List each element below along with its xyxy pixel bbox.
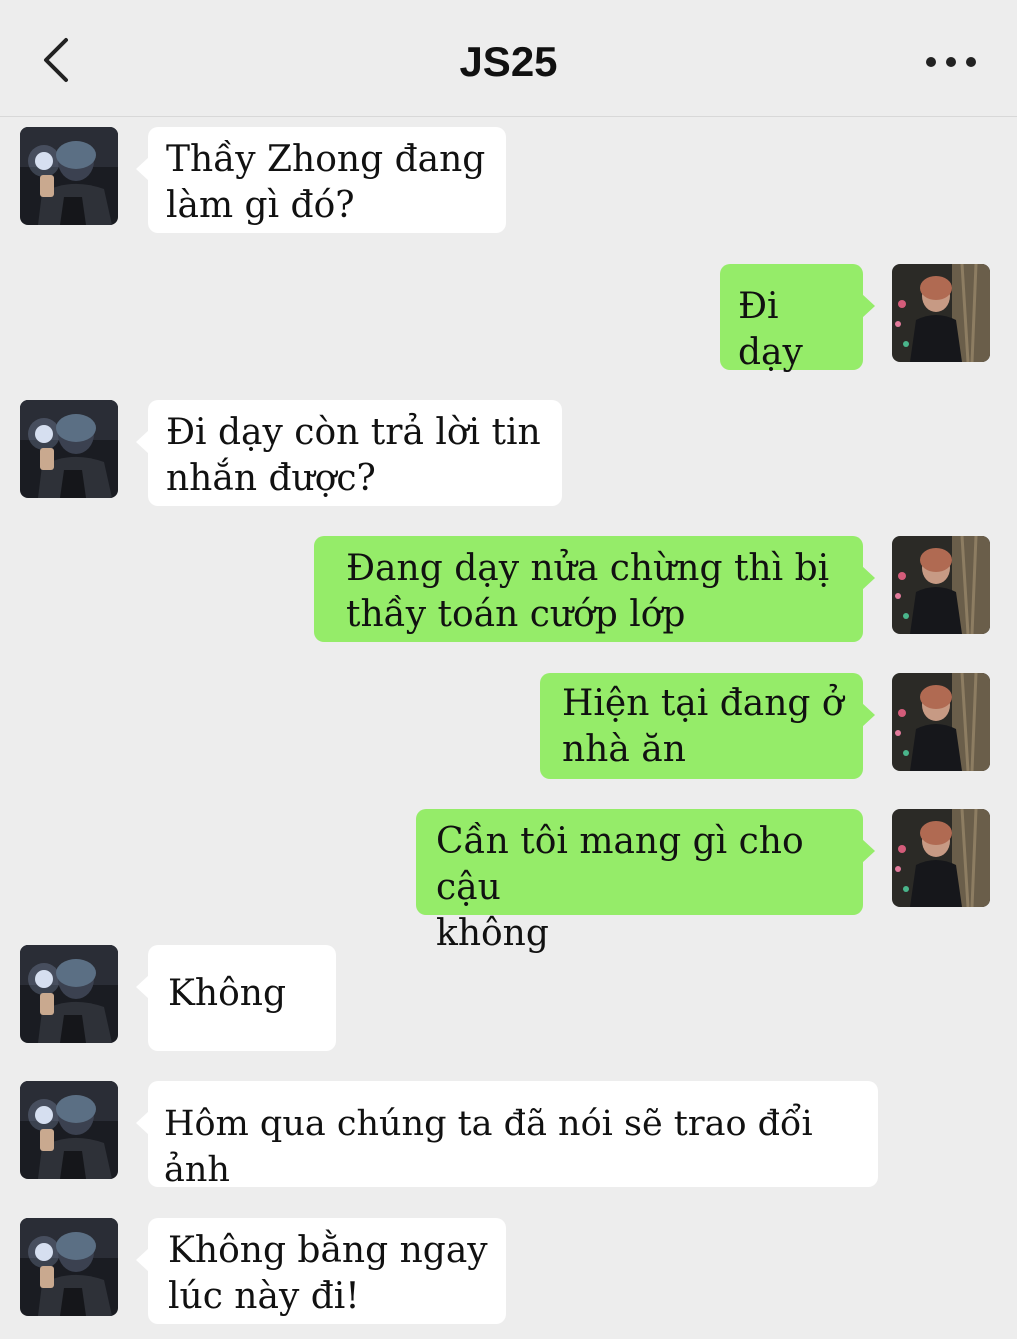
chat-header: JS25 (0, 0, 1017, 117)
contact-avatar[interactable] (20, 1081, 118, 1179)
outgoing-message-bubble: Đi dạy (720, 264, 875, 373)
incoming-message-bubble: Không (136, 945, 336, 1051)
contact-avatar[interactable] (20, 945, 118, 1043)
outgoing-message-bubble: Đang dạy nửa chừng thì bị thầy toán cướp… (314, 536, 875, 642)
chat-title: JS25 (459, 38, 558, 85)
incoming-message-bubble: Không bằng ngay lúc này đi! (136, 1218, 506, 1324)
contact-avatar[interactable] (20, 400, 118, 498)
outgoing-message-bubble: Cần tôi mang gì cho cậu không (416, 809, 875, 954)
contact-avatar[interactable] (20, 1218, 118, 1316)
more-horizontal-icon (921, 40, 981, 84)
contact-avatar[interactable] (20, 127, 118, 225)
self-avatar[interactable] (892, 536, 990, 634)
self-avatar[interactable] (892, 673, 990, 771)
self-avatar[interactable] (892, 809, 990, 907)
self-avatar[interactable] (892, 264, 990, 362)
incoming-message-bubble: Thầy Zhong đang làm gì đó? (136, 127, 506, 233)
incoming-message-bubble: Đi dạy còn trả lời tin nhắn được? (136, 400, 562, 506)
outgoing-message-bubble: Hiện tại đang ở nhà ăn (540, 673, 875, 779)
incoming-message-bubble: Hôm qua chúng ta đã nói sẽ trao đổi ảnh (136, 1081, 878, 1190)
more-options-button[interactable] (921, 40, 981, 84)
